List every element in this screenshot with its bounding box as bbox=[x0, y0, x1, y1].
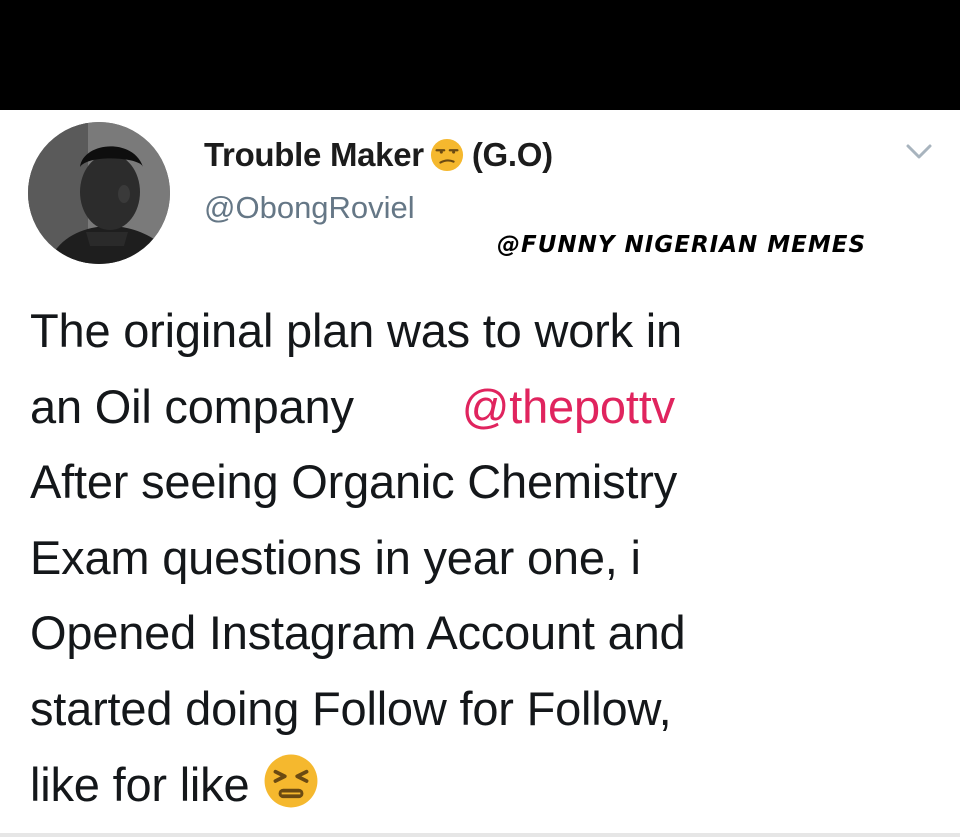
tweet-text-line: started doing Follow for Follow, bbox=[30, 681, 672, 735]
tweet-text: The original plan was to work in an Oil … bbox=[30, 293, 940, 822]
display-name-text: Trouble Maker bbox=[204, 136, 424, 173]
tweet-card: Trouble Maker (G.O) @ObongRoviel @FUNNY … bbox=[0, 110, 960, 837]
display-name-suffix: (G.O) bbox=[471, 136, 553, 173]
persevering-face-icon bbox=[264, 754, 318, 808]
tweet-text-line: After seeing Organic Chemistry bbox=[30, 455, 678, 509]
top-black-bar bbox=[0, 0, 960, 110]
display-name[interactable]: Trouble Maker (G.O) bbox=[204, 134, 553, 176]
unamused-face-icon bbox=[430, 138, 463, 172]
divider bbox=[0, 833, 960, 837]
tweet-text-line-part: an Oil company bbox=[30, 379, 354, 433]
chevron-down-icon[interactable] bbox=[903, 140, 935, 164]
tweet-text-line: Opened Instagram Account and bbox=[30, 606, 686, 660]
tweet-text-line: The original plan was to work in bbox=[30, 304, 682, 357]
mention-link[interactable]: @thepottv bbox=[462, 380, 675, 433]
user-handle[interactable]: @ObongRoviel bbox=[204, 190, 415, 226]
avatar-photo bbox=[28, 122, 170, 264]
tweet-text-line: Exam questions in year one, i bbox=[30, 530, 641, 584]
tweet-text-line: like for like bbox=[30, 747, 940, 823]
tweet-text-line: an Oil company @thepottv bbox=[30, 369, 940, 445]
watermark-text: @FUNNY NIGERIAN MEMES bbox=[497, 232, 867, 258]
tweet-text-line-part: like for like bbox=[30, 757, 250, 811]
avatar[interactable] bbox=[28, 122, 170, 264]
